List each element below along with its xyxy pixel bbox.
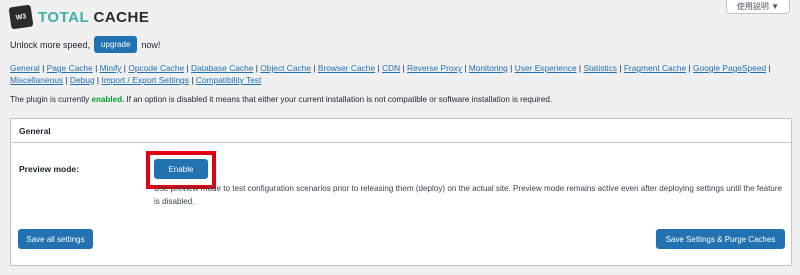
upgrade-prefix: Unlock more speed, (10, 39, 91, 50)
nav-link-user-experience[interactable]: User Experience (515, 63, 577, 73)
general-panel: General Preview mode: Enable Use preview… (10, 118, 792, 266)
nav-separator: | (507, 63, 515, 73)
nav-link-object-cache[interactable]: Object Cache (260, 63, 311, 73)
upgrade-notice: Unlock more speed, upgrade now! (10, 36, 160, 53)
nav-link-compatibility-test[interactable]: Compatibility Test (196, 75, 261, 85)
settings-nav-links: General | Page Cache | Minify | Opcode C… (10, 62, 790, 86)
nav-link-miscellaneous[interactable]: Miscellaneous (10, 75, 63, 85)
nav-separator: | (39, 63, 47, 73)
nav-link-monitoring[interactable]: Monitoring (469, 63, 508, 73)
preview-mode-label: Preview mode: (19, 164, 79, 174)
save-purge-caches-button[interactable]: Save Settings & Purge Caches (656, 229, 785, 249)
nav-separator: | (400, 63, 407, 73)
logo-word-cache: CACHE (93, 8, 150, 26)
nav-separator: | (766, 63, 771, 73)
nav-separator: | (616, 63, 624, 73)
plugin-status-message: The plugin is currently enabled. If an o… (10, 95, 552, 104)
nav-link-browser-cache[interactable]: Browser Cache (318, 63, 375, 73)
nav-separator: | (184, 63, 192, 73)
save-all-settings-button[interactable]: Save all settings (18, 229, 93, 249)
nav-link-general[interactable]: General (10, 63, 40, 73)
nav-separator: | (92, 63, 100, 73)
nav-link-reverse-proxy[interactable]: Reverse Proxy (407, 63, 462, 73)
logo-word-total: TOTAL (38, 8, 89, 26)
nav-link-minify[interactable]: Minify (100, 63, 122, 73)
upgrade-suffix: now! (141, 39, 161, 50)
enable-preview-button[interactable]: Enable (154, 159, 208, 179)
nav-separator: | (188, 75, 196, 85)
preview-mode-description: Use preview mode to test configuration s… (154, 184, 783, 206)
nav-link-opcode-cache[interactable]: Opcode Cache (128, 63, 184, 73)
nav-separator: | (461, 63, 469, 73)
w3-total-cache-logo: W3 TOTAL CACHE (8, 4, 149, 30)
nav-link-cdn[interactable]: CDN (382, 63, 400, 73)
status-enabled: enabled. (91, 95, 125, 104)
help-tab[interactable]: 使用説明 ▼ (725, 0, 790, 14)
nav-link-google-pagespeed[interactable]: Google PageSpeed (693, 63, 766, 73)
nav-link-import-export-settings[interactable]: Import / Export Settings (101, 75, 189, 85)
nav-separator: | (375, 63, 382, 73)
nav-separator: | (63, 75, 70, 85)
panel-title: General (11, 119, 791, 143)
upgrade-button[interactable]: upgrade (94, 36, 138, 53)
nav-link-page-cache[interactable]: Page Cache (47, 63, 93, 73)
nav-link-database-cache[interactable]: Database Cache (191, 63, 253, 73)
nav-link-debug[interactable]: Debug (70, 75, 95, 85)
status-prefix: The plugin is currently (10, 95, 90, 104)
nav-separator: | (311, 63, 318, 73)
logo-wordmark: TOTAL CACHE (38, 9, 149, 26)
nav-link-statistics[interactable]: Statistics (583, 63, 617, 73)
nav-link-fragment-cache[interactable]: Fragment Cache (624, 63, 686, 73)
logo-cube-icon: W3 (8, 4, 34, 30)
nav-separator: | (686, 63, 694, 73)
status-suffix: If an option is disabled it means that e… (126, 95, 553, 104)
